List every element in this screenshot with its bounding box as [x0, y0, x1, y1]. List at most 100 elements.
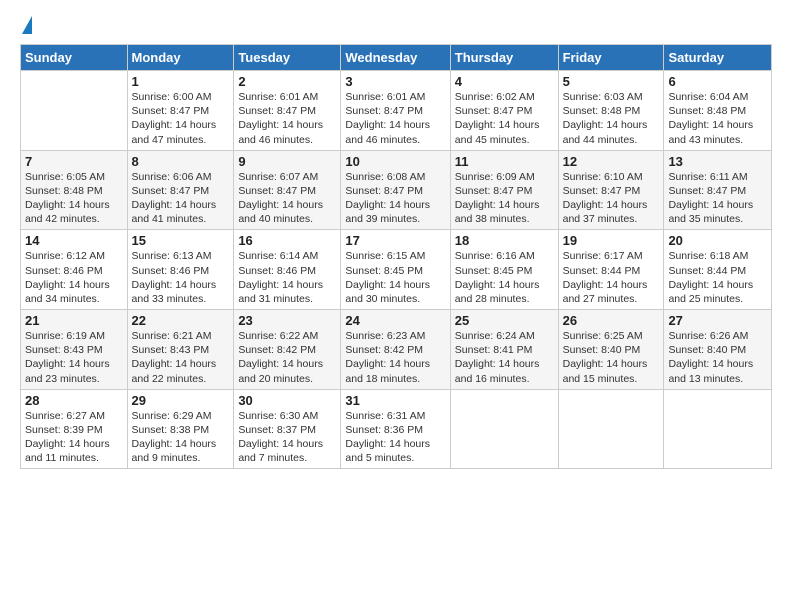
calendar-cell: 11Sunrise: 6:09 AM Sunset: 8:47 PM Dayli… [450, 150, 558, 230]
calendar-cell: 25Sunrise: 6:24 AM Sunset: 8:41 PM Dayli… [450, 310, 558, 390]
day-info: Sunrise: 6:31 AM Sunset: 8:36 PM Dayligh… [345, 409, 445, 466]
day-number: 26 [563, 313, 660, 328]
day-info: Sunrise: 6:24 AM Sunset: 8:41 PM Dayligh… [455, 329, 554, 386]
day-number: 28 [25, 393, 123, 408]
calendar-cell: 26Sunrise: 6:25 AM Sunset: 8:40 PM Dayli… [558, 310, 664, 390]
day-info: Sunrise: 6:03 AM Sunset: 8:48 PM Dayligh… [563, 90, 660, 147]
calendar-cell: 31Sunrise: 6:31 AM Sunset: 8:36 PM Dayli… [341, 389, 450, 469]
day-info: Sunrise: 6:29 AM Sunset: 8:38 PM Dayligh… [132, 409, 230, 466]
calendar-week-row: 7Sunrise: 6:05 AM Sunset: 8:48 PM Daylig… [21, 150, 772, 230]
day-info: Sunrise: 6:26 AM Sunset: 8:40 PM Dayligh… [668, 329, 767, 386]
day-number: 11 [455, 154, 554, 169]
day-number: 17 [345, 233, 445, 248]
day-info: Sunrise: 6:13 AM Sunset: 8:46 PM Dayligh… [132, 249, 230, 306]
weekday-header-monday: Monday [127, 45, 234, 71]
calendar-cell: 3Sunrise: 6:01 AM Sunset: 8:47 PM Daylig… [341, 71, 450, 151]
day-number: 27 [668, 313, 767, 328]
day-number: 18 [455, 233, 554, 248]
calendar-cell: 14Sunrise: 6:12 AM Sunset: 8:46 PM Dayli… [21, 230, 128, 310]
day-number: 7 [25, 154, 123, 169]
day-info: Sunrise: 6:27 AM Sunset: 8:39 PM Dayligh… [25, 409, 123, 466]
day-number: 14 [25, 233, 123, 248]
day-number: 2 [238, 74, 336, 89]
calendar-week-row: 21Sunrise: 6:19 AM Sunset: 8:43 PM Dayli… [21, 310, 772, 390]
day-number: 16 [238, 233, 336, 248]
weekday-header-sunday: Sunday [21, 45, 128, 71]
calendar-cell: 18Sunrise: 6:16 AM Sunset: 8:45 PM Dayli… [450, 230, 558, 310]
day-info: Sunrise: 6:19 AM Sunset: 8:43 PM Dayligh… [25, 329, 123, 386]
day-number: 23 [238, 313, 336, 328]
calendar-cell: 24Sunrise: 6:23 AM Sunset: 8:42 PM Dayli… [341, 310, 450, 390]
day-number: 24 [345, 313, 445, 328]
day-info: Sunrise: 6:02 AM Sunset: 8:47 PM Dayligh… [455, 90, 554, 147]
day-info: Sunrise: 6:04 AM Sunset: 8:48 PM Dayligh… [668, 90, 767, 147]
day-info: Sunrise: 6:07 AM Sunset: 8:47 PM Dayligh… [238, 170, 336, 227]
calendar-cell: 17Sunrise: 6:15 AM Sunset: 8:45 PM Dayli… [341, 230, 450, 310]
calendar-week-row: 1Sunrise: 6:00 AM Sunset: 8:47 PM Daylig… [21, 71, 772, 151]
weekday-header-tuesday: Tuesday [234, 45, 341, 71]
day-info: Sunrise: 6:18 AM Sunset: 8:44 PM Dayligh… [668, 249, 767, 306]
calendar-cell: 15Sunrise: 6:13 AM Sunset: 8:46 PM Dayli… [127, 230, 234, 310]
weekday-header-wednesday: Wednesday [341, 45, 450, 71]
calendar-cell: 9Sunrise: 6:07 AM Sunset: 8:47 PM Daylig… [234, 150, 341, 230]
day-number: 22 [132, 313, 230, 328]
day-info: Sunrise: 6:00 AM Sunset: 8:47 PM Dayligh… [132, 90, 230, 147]
day-number: 25 [455, 313, 554, 328]
calendar-cell: 29Sunrise: 6:29 AM Sunset: 8:38 PM Dayli… [127, 389, 234, 469]
calendar-cell: 28Sunrise: 6:27 AM Sunset: 8:39 PM Dayli… [21, 389, 128, 469]
logo-triangle-icon [22, 16, 32, 34]
calendar-cell: 22Sunrise: 6:21 AM Sunset: 8:43 PM Dayli… [127, 310, 234, 390]
day-info: Sunrise: 6:25 AM Sunset: 8:40 PM Dayligh… [563, 329, 660, 386]
day-info: Sunrise: 6:16 AM Sunset: 8:45 PM Dayligh… [455, 249, 554, 306]
day-info: Sunrise: 6:23 AM Sunset: 8:42 PM Dayligh… [345, 329, 445, 386]
weekday-header-thursday: Thursday [450, 45, 558, 71]
day-number: 10 [345, 154, 445, 169]
calendar-cell: 5Sunrise: 6:03 AM Sunset: 8:48 PM Daylig… [558, 71, 664, 151]
calendar-cell: 6Sunrise: 6:04 AM Sunset: 8:48 PM Daylig… [664, 71, 772, 151]
day-info: Sunrise: 6:21 AM Sunset: 8:43 PM Dayligh… [132, 329, 230, 386]
day-number: 13 [668, 154, 767, 169]
calendar-cell: 8Sunrise: 6:06 AM Sunset: 8:47 PM Daylig… [127, 150, 234, 230]
calendar-header-row: SundayMondayTuesdayWednesdayThursdayFrid… [21, 45, 772, 71]
calendar-cell: 1Sunrise: 6:00 AM Sunset: 8:47 PM Daylig… [127, 71, 234, 151]
day-number: 30 [238, 393, 336, 408]
calendar-week-row: 28Sunrise: 6:27 AM Sunset: 8:39 PM Dayli… [21, 389, 772, 469]
day-info: Sunrise: 6:05 AM Sunset: 8:48 PM Dayligh… [25, 170, 123, 227]
day-info: Sunrise: 6:01 AM Sunset: 8:47 PM Dayligh… [238, 90, 336, 147]
calendar-cell: 30Sunrise: 6:30 AM Sunset: 8:37 PM Dayli… [234, 389, 341, 469]
day-info: Sunrise: 6:09 AM Sunset: 8:47 PM Dayligh… [455, 170, 554, 227]
day-number: 15 [132, 233, 230, 248]
calendar-cell [558, 389, 664, 469]
calendar-cell: 12Sunrise: 6:10 AM Sunset: 8:47 PM Dayli… [558, 150, 664, 230]
weekday-header-saturday: Saturday [664, 45, 772, 71]
weekday-header-friday: Friday [558, 45, 664, 71]
day-number: 5 [563, 74, 660, 89]
calendar-cell: 4Sunrise: 6:02 AM Sunset: 8:47 PM Daylig… [450, 71, 558, 151]
day-number: 1 [132, 74, 230, 89]
day-number: 4 [455, 74, 554, 89]
day-info: Sunrise: 6:08 AM Sunset: 8:47 PM Dayligh… [345, 170, 445, 227]
day-info: Sunrise: 6:22 AM Sunset: 8:42 PM Dayligh… [238, 329, 336, 386]
day-info: Sunrise: 6:01 AM Sunset: 8:47 PM Dayligh… [345, 90, 445, 147]
day-number: 29 [132, 393, 230, 408]
day-number: 20 [668, 233, 767, 248]
calendar-week-row: 14Sunrise: 6:12 AM Sunset: 8:46 PM Dayli… [21, 230, 772, 310]
day-info: Sunrise: 6:12 AM Sunset: 8:46 PM Dayligh… [25, 249, 123, 306]
day-info: Sunrise: 6:06 AM Sunset: 8:47 PM Dayligh… [132, 170, 230, 227]
page: SundayMondayTuesdayWednesdayThursdayFrid… [0, 0, 792, 612]
calendar-cell: 10Sunrise: 6:08 AM Sunset: 8:47 PM Dayli… [341, 150, 450, 230]
day-info: Sunrise: 6:15 AM Sunset: 8:45 PM Dayligh… [345, 249, 445, 306]
day-number: 19 [563, 233, 660, 248]
day-number: 3 [345, 74, 445, 89]
day-info: Sunrise: 6:17 AM Sunset: 8:44 PM Dayligh… [563, 249, 660, 306]
day-number: 31 [345, 393, 445, 408]
calendar-cell [664, 389, 772, 469]
day-number: 6 [668, 74, 767, 89]
day-info: Sunrise: 6:10 AM Sunset: 8:47 PM Dayligh… [563, 170, 660, 227]
day-number: 8 [132, 154, 230, 169]
day-number: 12 [563, 154, 660, 169]
logo [20, 16, 32, 34]
calendar-cell [450, 389, 558, 469]
calendar-cell: 13Sunrise: 6:11 AM Sunset: 8:47 PM Dayli… [664, 150, 772, 230]
calendar-cell: 27Sunrise: 6:26 AM Sunset: 8:40 PM Dayli… [664, 310, 772, 390]
